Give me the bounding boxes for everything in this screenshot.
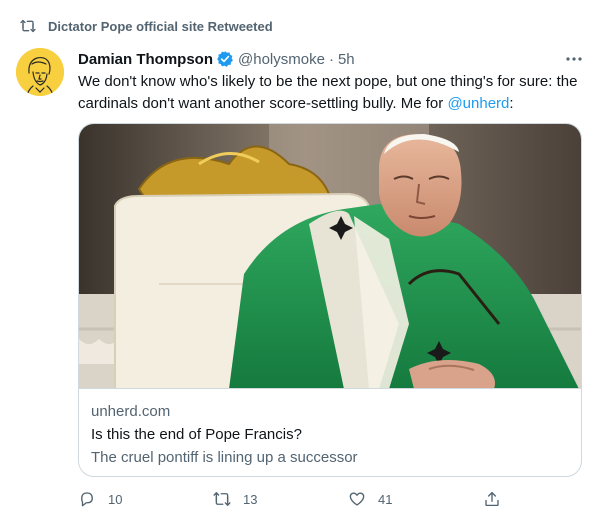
card-domain: unherd.com bbox=[91, 403, 171, 420]
author-name[interactable]: Damian Thompson bbox=[78, 51, 213, 68]
avatar[interactable] bbox=[16, 48, 64, 96]
more-icon bbox=[566, 57, 582, 61]
retweet-button[interactable]: 13 bbox=[213, 489, 257, 509]
more-options-button[interactable] bbox=[564, 50, 584, 68]
retweet-count: 13 bbox=[243, 491, 258, 507]
tweet-text-end: : bbox=[509, 95, 514, 112]
reply-button[interactable]: 10 bbox=[78, 489, 122, 509]
retweet-icon bbox=[20, 18, 36, 34]
link-card[interactable]: unherd.com Is this the end of Pope Franc… bbox=[78, 123, 582, 477]
tweet-actions: 10 13 41 bbox=[78, 489, 584, 509]
tweet-timestamp[interactable]: 5h bbox=[338, 51, 355, 68]
mention-link[interactable]: @unherd bbox=[447, 95, 509, 112]
retweet-banner-label: Dictator Pope official site Retweeted bbox=[48, 18, 273, 34]
share-icon bbox=[483, 490, 501, 508]
separator-dot: · bbox=[328, 50, 334, 68]
heart-icon bbox=[348, 490, 366, 508]
author-handle[interactable]: @holysmoke bbox=[238, 51, 325, 68]
card-image[interactable] bbox=[79, 124, 581, 389]
share-button[interactable] bbox=[483, 489, 501, 509]
reply-count: 10 bbox=[108, 491, 123, 507]
tweet-header: Damian Thompson @holysmoke · 5h bbox=[78, 49, 355, 69]
card-meta: unherd.com Is this the end of Pope Franc… bbox=[91, 402, 571, 468]
card-description: The cruel pontiff is lining up a success… bbox=[91, 449, 358, 466]
retweet-banner[interactable]: Dictator Pope official site Retweeted bbox=[20, 16, 273, 36]
reply-icon bbox=[78, 490, 96, 508]
tweet-text: We don't know who's likely to be the nex… bbox=[78, 71, 584, 115]
card-title: Is this the end of Pope Francis? bbox=[91, 426, 302, 443]
like-button[interactable]: 41 bbox=[348, 489, 392, 509]
verified-badge-icon bbox=[216, 50, 234, 68]
like-count: 41 bbox=[378, 491, 393, 507]
retweet-icon bbox=[213, 490, 231, 508]
